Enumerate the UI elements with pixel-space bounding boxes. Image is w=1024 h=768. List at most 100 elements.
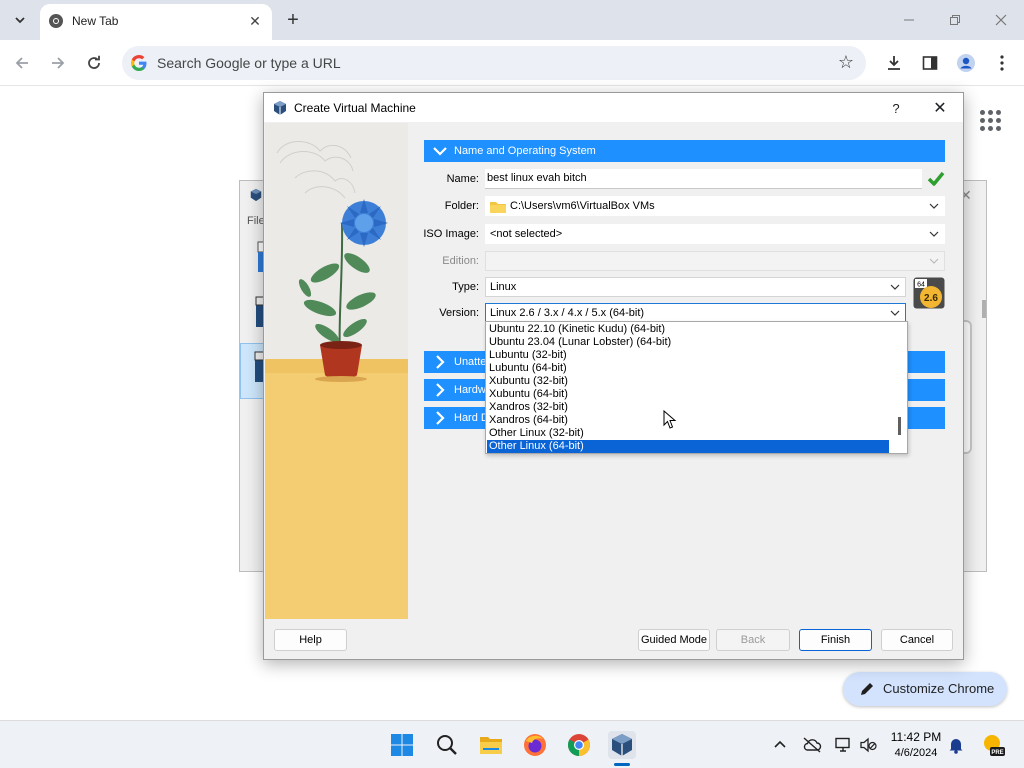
chrome-icon [49,14,63,28]
clock-date[interactable]: 4/6/2024 [880,747,952,759]
side-panel-button[interactable] [917,50,943,76]
finish-button[interactable]: Finish [799,629,872,651]
monitor-network-icon [835,737,850,752]
name-label: Name: [446,173,479,185]
checkmark-icon [927,171,945,186]
customize-chrome-button[interactable]: Customize Chrome [843,672,1007,706]
omnibox[interactable]: Search Google or type a URL ☆ [122,46,866,80]
version-option[interactable]: Lubuntu (64-bit) [487,362,889,375]
chevron-down-icon [929,258,939,264]
iso-image-value: <not selected> [490,228,563,240]
version-option[interactable]: Xubuntu (32-bit) [487,375,889,388]
version-option-highlighted[interactable]: Other Linux (64-bit) [487,440,889,453]
arrow-right-icon [52,57,65,69]
window-close-button[interactable] [978,0,1024,40]
version-option[interactable]: Ubuntu 22.10 (Kinetic Kudu) (64-bit) [487,323,889,336]
iso-image-select[interactable]: <not selected> [485,224,945,244]
folder-label: Folder: [444,200,479,212]
firefox-button[interactable] [521,731,549,759]
edition-select [485,251,945,271]
chevron-down-icon [433,147,447,156]
google-apps-icon[interactable] [978,108,1002,132]
omnibox-placeholder: Search Google or type a URL [157,55,341,71]
dialog-title: Create Virtual Machine [294,101,416,115]
weather-sun-icon: PRE [984,735,1005,756]
tab-strip: New Tab ✕ + [0,0,1024,40]
bell-icon [949,739,963,754]
version-dropdown-list: Ubuntu 22.10 (Kinetic Kudu) (64-bit) Ubu… [485,321,908,454]
version-option[interactable]: Other Linux (32-bit) [487,427,889,440]
dialog-close-icon[interactable]: ✕ [928,97,952,119]
type-select[interactable]: Linux [485,277,906,297]
name-field[interactable]: best linux evah bitch [485,169,922,189]
reload-icon [88,55,100,69]
minimize-button[interactable] [886,0,932,40]
chevron-down-icon [15,17,25,24]
virtualbox-icon [274,101,286,115]
speaker-muted-icon [860,737,877,753]
help-button[interactable]: Help [274,629,347,651]
restore-icon [950,15,960,25]
version-option[interactable]: Xubuntu (64-bit) [487,388,889,401]
chrome-menu-button[interactable] [989,50,1015,76]
virtualbox-icon [250,188,262,202]
profile-button[interactable] [953,50,979,76]
cancel-button[interactable]: Cancel [881,629,953,651]
create-vm-dialog: Create Virtual Machine ? ✕ Name and Oper… [263,92,964,660]
version-option[interactable]: Xandros (32-bit) [487,401,889,414]
start-button[interactable] [388,731,416,759]
new-tab-button[interactable]: + [280,6,306,34]
show-hidden-icons-button[interactable] [770,735,790,755]
firefox-icon [524,734,546,756]
plant-illustration [265,123,408,619]
version-select[interactable]: Linux 2.6 / 3.x / 4.x / 5.x (64-bit) [485,303,906,323]
tab-close-icon[interactable]: ✕ [246,12,264,30]
help-icon[interactable]: ? [886,98,906,118]
chevron-right-icon [436,383,445,397]
file-explorer-button[interactable] [477,731,505,759]
weather-badge-label: PRE [991,750,1003,756]
section-name-and-os[interactable]: Name and Operating System [424,140,945,162]
network-icon[interactable] [834,735,854,755]
search-icon [437,735,457,755]
folder-icon [480,737,502,754]
version-option[interactable]: Xandros (64-bit) [487,414,889,427]
tab-new-tab[interactable]: New Tab ✕ [40,4,272,40]
minimize-icon [904,19,914,21]
search-button[interactable] [433,731,461,759]
chevron-down-icon [929,203,939,209]
dropdown-scrollbar-thumb[interactable] [898,417,901,435]
weather-widget[interactable]: PRE [980,732,1006,758]
section-label: Name and Operating System [454,145,596,157]
iso-image-label: ISO Image: [423,228,479,240]
chevron-down-icon [890,284,900,290]
reload-button[interactable] [80,49,108,77]
scrollbar-thumb[interactable] [982,300,986,318]
forward-button[interactable] [44,49,72,77]
restore-button[interactable] [932,0,978,40]
type-label: Type: [452,281,479,293]
mouse-cursor-icon [663,410,677,429]
version-option[interactable]: Ubuntu 23.04 (Lunar Lobster) (64-bit) [487,336,889,349]
customize-chrome-label: Customize Chrome [883,681,995,696]
guided-mode-button[interactable]: Guided Mode [638,629,710,651]
virtualbox-button[interactable] [608,731,636,759]
version-option[interactable]: Lubuntu (32-bit) [487,349,889,362]
version-label: Version: [439,307,479,319]
back-button[interactable] [8,49,36,77]
tab-search-button[interactable] [6,6,34,34]
clock-time[interactable]: 11:42 PM [880,730,952,744]
bookmark-star-icon[interactable]: ☆ [838,52,854,73]
chrome-button[interactable] [565,731,593,759]
folder-select[interactable]: C:\Users\vm6\VirtualBox VMs [485,196,945,216]
windows-logo-icon [391,734,413,756]
side-panel-icon [922,56,938,70]
chevron-right-icon [436,411,445,425]
download-icon [888,56,900,70]
notifications-button[interactable] [946,735,966,755]
pencil-icon [861,683,873,695]
onedrive-offline-icon[interactable] [802,735,822,755]
volume-muted-icon[interactable] [858,735,878,755]
chevron-down-icon [929,231,939,237]
downloads-button[interactable] [881,50,907,76]
